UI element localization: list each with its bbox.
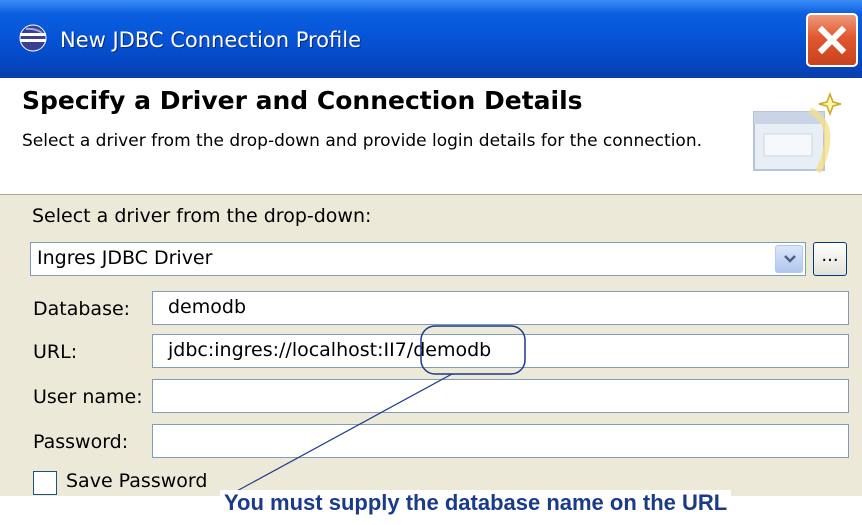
driver-browse-button[interactable]: ... — [813, 242, 847, 276]
chevron-down-icon — [784, 255, 796, 263]
eclipse-icon — [16, 23, 50, 53]
driver-prompt-label: Select a driver from the drop-down: — [32, 205, 372, 227]
username-field[interactable] — [152, 379, 849, 413]
wizard-header: Specify a Driver and Connection Details … — [0, 78, 862, 195]
dialog-window: New JDBC Connection Profile Specify a Dr… — [0, 0, 862, 525]
dropdown-arrow-button[interactable] — [775, 245, 803, 273]
password-field[interactable] — [152, 424, 849, 458]
url-value: jdbc:ingres://localhost:II7/demodb — [168, 339, 492, 361]
close-button[interactable] — [806, 13, 858, 67]
title-bar[interactable]: New JDBC Connection Profile — [0, 0, 862, 78]
form-area: Select a driver from the drop-down: Ingr… — [0, 195, 862, 525]
database-label: Database: — [33, 298, 131, 320]
database-field[interactable]: demodb — [152, 291, 849, 325]
url-field[interactable]: jdbc:ingres://localhost:II7/demodb — [152, 334, 849, 368]
window-title: New JDBC Connection Profile — [60, 28, 362, 52]
page-title: Specify a Driver and Connection Details — [22, 86, 583, 115]
driver-dropdown[interactable]: Ingres JDBC Driver — [30, 242, 806, 276]
url-label: URL: — [33, 341, 78, 363]
save-password-label[interactable]: Save Password — [66, 470, 207, 492]
annotation-callout-text: You must supply the database name on the… — [220, 490, 732, 516]
username-label: User name: — [33, 386, 143, 408]
database-value: demodb — [168, 296, 247, 318]
driver-selected-value: Ingres JDBC Driver — [37, 247, 213, 269]
new-profile-wizard-icon — [748, 90, 848, 182]
password-label: Password: — [33, 431, 129, 453]
close-icon — [817, 25, 847, 55]
save-password-checkbox[interactable] — [33, 471, 57, 495]
page-description: Select a driver from the drop-down and p… — [22, 131, 702, 151]
